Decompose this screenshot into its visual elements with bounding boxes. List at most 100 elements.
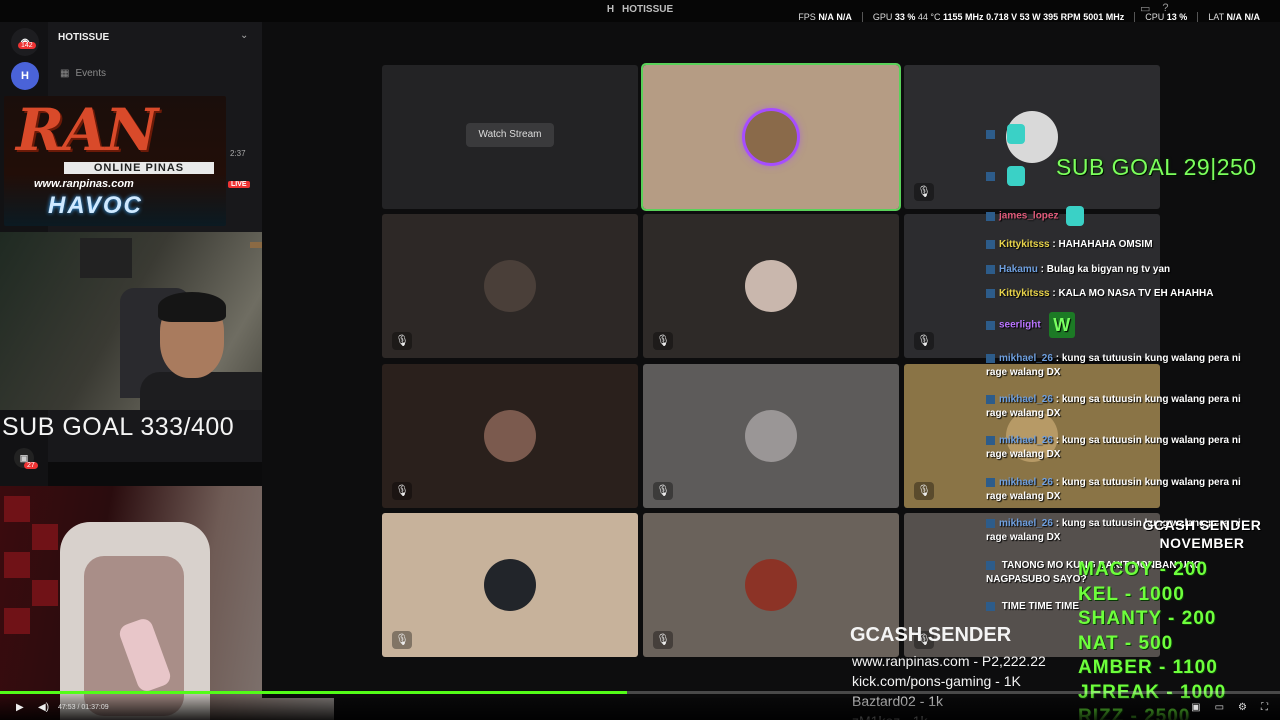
gcash-center-entry: www.ranpinas.com - P2,222.22 — [852, 653, 1046, 669]
guild-hotissue-icon[interactable]: H — [11, 62, 39, 90]
chat-text: TIME TIME TIME — [999, 601, 1079, 612]
chat-message: james_lopez — [986, 206, 1256, 226]
call-tile[interactable]: Watch Stream — [382, 65, 638, 209]
mic-muted-icon: 🎙 — [653, 631, 673, 649]
sub-goal-left: SUB GOAL 333/400 — [2, 413, 235, 441]
play-icon[interactable]: ▶ — [16, 702, 24, 713]
ran-logo-url: www.ranpinas.com — [34, 178, 134, 190]
avatar — [745, 111, 797, 163]
avatar — [745, 260, 797, 312]
gcash-entry: AMBER - 1100 — [1078, 657, 1218, 678]
watch-stream-button[interactable]: Watch Stream — [466, 123, 554, 147]
chat-badge-icon — [986, 239, 995, 249]
guild-badge: 27 — [24, 462, 38, 469]
chat-message: mikhael_26 : kung sa tutuusin kung walan… — [986, 352, 1256, 380]
mic-muted-icon: 🎙 — [392, 482, 412, 500]
chat-badge-icon — [986, 264, 995, 274]
gcash-entry: MACOY - 200 — [1078, 559, 1208, 580]
call-tile[interactable]: 🎙 — [643, 214, 899, 358]
stream-screen: H HOTISSUE ▭ ? FPS N/A N/A GPU 33 % 44 °C… — [0, 0, 1280, 720]
chat-username[interactable]: seerlight — [999, 320, 1041, 331]
chat-message: mikhael_26 : kung sa tutuusin kung walan… — [986, 393, 1256, 421]
chat-message — [986, 124, 1256, 144]
mic-muted-icon: 🎙 — [653, 482, 673, 500]
call-tile[interactable]: 🎙 — [382, 214, 638, 358]
chat-text: : HAHAHAHA OMSIM — [1049, 239, 1153, 250]
ran-logo-havoc: HAVOC — [48, 192, 143, 219]
chat-username[interactable]: Kittykitsss — [999, 288, 1050, 299]
server-name[interactable]: HOTISSUE — [58, 32, 109, 43]
chat-username[interactable]: mikhael_26 — [999, 477, 1053, 488]
top-bar: H HOTISSUE ▭ ? FPS N/A N/A GPU 33 % 44 °C… — [0, 0, 1280, 22]
player-controls-right: ▣ ▭ ⚙ ⛶ — [1191, 702, 1268, 713]
chat-badge-icon — [986, 353, 995, 363]
progress-fill — [0, 691, 628, 694]
chat-badge-icon — [986, 211, 995, 221]
avatar — [745, 410, 797, 462]
mic-muted-icon: 🎙 — [392, 631, 412, 649]
chat-badge-icon — [986, 288, 995, 298]
fullscreen-icon[interactable]: ⛶ — [1261, 702, 1268, 713]
gcash-center-entry: kick.com/pons-gaming - 1K — [852, 673, 1021, 689]
chat-username[interactable]: Kittykitsss — [999, 239, 1050, 250]
avatar — [745, 559, 797, 611]
gpu-readout: GPU 33 % 44 °C 1155 MHz 0.718 V 53 W 395… — [872, 12, 1125, 22]
mic-muted-icon: 🎙 — [914, 482, 934, 500]
chat-message: Kittykitsss : HAHAHAHA OMSIM — [986, 238, 1256, 252]
chat-username[interactable]: mikhael_26 — [999, 353, 1053, 364]
avatar — [484, 260, 536, 312]
call-tile[interactable]: 🎙 — [643, 364, 899, 508]
video-time: 47:53 / 01:37:09 — [58, 704, 109, 711]
gcash-entry: NAT - 500 — [1078, 632, 1174, 654]
emote-icon — [1007, 166, 1025, 186]
video-player-bar — [0, 690, 1280, 720]
volume-icon[interactable]: ◀) — [38, 702, 49, 713]
chat-message: Kittykitsss : KALA MO NASA TV EH AHAHHA — [986, 287, 1256, 301]
chat-text: : KALA MO NASA TV EH AHAHHA — [1049, 288, 1214, 299]
calendar-icon: ▦ — [60, 68, 70, 79]
chat-badge-icon — [986, 518, 995, 528]
chat-badge-icon — [986, 394, 995, 404]
chat-badge-icon — [986, 601, 995, 611]
latency-readout: LAT N/A N/A — [1208, 12, 1260, 22]
mic-muted-icon: 🎙 — [914, 332, 934, 350]
chat-badge-icon — [986, 129, 995, 139]
perf-overlay: FPS N/A N/A GPU 33 % 44 °C 1155 MHz 0.71… — [798, 12, 1260, 22]
gcash-right-header: GCASH SENDER NOVEMBER — [1124, 516, 1280, 552]
avatar — [484, 410, 536, 462]
sub-goal-right: SUB GOAL 29|250 — [1056, 154, 1257, 180]
chat-badge-icon — [986, 560, 995, 570]
progress-bar[interactable] — [0, 691, 1280, 694]
theater-icon[interactable]: ▭ — [1215, 702, 1224, 713]
app-icon: H — [606, 4, 615, 15]
chat-username[interactable]: mikhael_26 — [999, 518, 1053, 529]
call-tile[interactable]: 🎙 — [382, 364, 638, 508]
cpu-readout: CPU 13 % — [1145, 12, 1188, 22]
chat-badge-icon — [986, 435, 995, 445]
mic-muted-icon: 🎙 — [653, 332, 673, 350]
window-title-text: HOTISSUE — [622, 4, 674, 15]
chat-username[interactable]: james_lopez — [999, 211, 1058, 222]
chat-username[interactable]: Hakamu — [999, 264, 1038, 275]
chat-badge-icon — [986, 171, 995, 181]
window-title: H HOTISSUE — [560, 4, 720, 15]
gcash-entry: KEL - 1000 — [1078, 583, 1185, 605]
fps-readout: FPS N/A N/A — [798, 12, 852, 22]
mic-muted-icon: 🎙 — [914, 183, 934, 201]
call-tile[interactable] — [641, 63, 901, 211]
settings-icon[interactable]: ⚙ — [1238, 702, 1247, 713]
ran-logo: RAN ONLINE PINAS www.ranpinas.com HAVOC — [4, 96, 226, 226]
chevron-down-icon[interactable]: ⌄ — [240, 30, 248, 41]
chat-username[interactable]: mikhael_26 — [999, 394, 1053, 405]
mic-muted-icon: 🎙 — [392, 332, 412, 350]
chat-text: : Bulag ka bigyan ng tv yan — [1037, 264, 1171, 275]
chat-username[interactable]: mikhael_26 — [999, 435, 1053, 446]
gcash-center-title: GCASH SENDER — [850, 624, 1012, 646]
pip-icon[interactable]: ▣ — [1191, 702, 1200, 713]
gcash-right-title: GCASH SENDER — [1142, 517, 1262, 533]
call-tile[interactable]: 🎙 — [382, 513, 638, 657]
notification-badge: 142 — [18, 42, 36, 49]
chat-badge-icon — [986, 320, 995, 330]
events-item[interactable]: ▦ Events — [60, 68, 106, 79]
emote-icon — [1066, 206, 1085, 226]
